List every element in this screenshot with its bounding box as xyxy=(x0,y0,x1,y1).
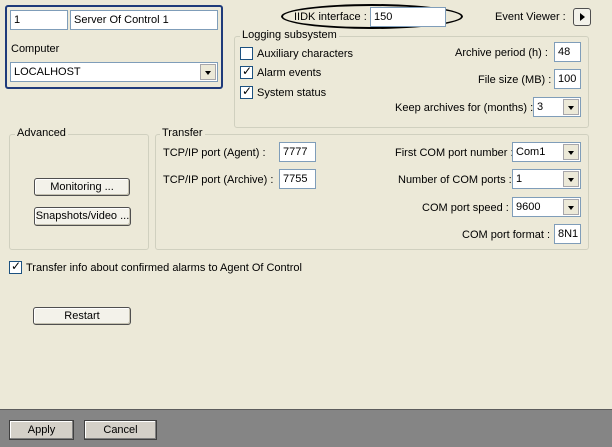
alarm-events-label: Alarm events xyxy=(257,67,322,79)
auxiliary-characters-label: Auxiliary characters xyxy=(257,48,353,60)
com-port-format-label: COM port format : xyxy=(462,229,551,241)
computer-select[interactable]: LOCALHOST xyxy=(10,62,218,82)
transfer-title: Transfer xyxy=(160,127,205,140)
archive-period-label: Archive period (h) : xyxy=(455,47,548,59)
tcp-archive-field[interactable]: 7755 xyxy=(279,169,316,189)
event-viewer-label: Event Viewer : xyxy=(495,11,566,23)
logging-subsystem-title: Logging subsystem xyxy=(240,29,339,42)
number-com-ports-label: Number of COM ports : xyxy=(398,174,512,186)
keep-archives-label: Keep archives for (months) : xyxy=(395,102,534,114)
com-port-speed-select[interactable]: 9600 xyxy=(512,197,581,217)
number-com-ports-value: 1 xyxy=(516,173,523,185)
computer-select-value: LOCALHOST xyxy=(14,66,81,78)
transfer-info-label: Transfer info about confirmed alarms to … xyxy=(26,262,302,274)
keep-archives-select[interactable]: 3 xyxy=(533,97,581,117)
file-size-field[interactable]: 100 xyxy=(554,69,581,89)
com-port-speed-value: 9600 xyxy=(516,201,541,213)
restart-button[interactable]: Restart xyxy=(33,307,131,325)
alarm-events-checkbox[interactable]: ✓ Alarm events xyxy=(240,64,390,80)
chevron-down-icon[interactable] xyxy=(563,171,579,187)
system-status-box[interactable]: ✓ xyxy=(240,84,253,99)
chevron-down-icon[interactable] xyxy=(563,99,579,115)
snapshots-video-button[interactable]: Snapshots/video ... xyxy=(34,207,131,226)
first-com-port-label: First COM port number : xyxy=(395,147,514,159)
footer-bar: Apply Cancel xyxy=(0,409,612,447)
archive-period-field[interactable]: 48 xyxy=(554,42,581,62)
monitoring-button[interactable]: Monitoring ... xyxy=(34,178,130,196)
chevron-down-icon[interactable] xyxy=(563,199,579,215)
settings-panel: 1 Server Of Control 1 Computer LOCALHOST… xyxy=(0,0,612,409)
com-port-format-field[interactable]: 8N1 xyxy=(554,224,581,244)
computer-label: Computer xyxy=(11,43,60,55)
object-name-field[interactable]: Server Of Control 1 xyxy=(70,10,218,30)
tcp-agent-field[interactable]: 7777 xyxy=(279,142,316,162)
iidk-interface-field[interactable]: 150 xyxy=(370,7,446,27)
advanced-title: Advanced xyxy=(15,127,68,140)
apply-button[interactable]: Apply xyxy=(9,420,74,440)
checkmark-icon: ✓ xyxy=(242,64,253,78)
checkmark-icon: ✓ xyxy=(242,84,253,98)
checkmark-icon: ✓ xyxy=(11,259,22,273)
transfer-info-checkbox[interactable]: ✓ Transfer info about confirmed alarms t… xyxy=(9,259,329,275)
transfer-info-box[interactable]: ✓ xyxy=(9,259,22,274)
auxiliary-characters-box[interactable] xyxy=(240,47,253,60)
object-id-field[interactable]: 1 xyxy=(10,10,68,30)
file-size-label: File size (MB) : xyxy=(478,74,552,86)
first-com-port-select[interactable]: Com1 xyxy=(512,142,581,162)
tcp-agent-label: TCP/IP port (Agent) : xyxy=(163,147,266,159)
number-com-ports-select[interactable]: 1 xyxy=(512,169,581,189)
chevron-down-icon[interactable] xyxy=(200,64,216,80)
chevron-down-icon[interactable] xyxy=(563,144,579,160)
auxiliary-characters-checkbox[interactable]: Auxiliary characters xyxy=(240,47,390,61)
cancel-button[interactable]: Cancel xyxy=(84,420,157,440)
system-status-checkbox[interactable]: ✓ System status xyxy=(240,84,390,100)
iidk-interface-label: IIDK interface : xyxy=(294,11,367,23)
system-status-label: System status xyxy=(257,87,327,99)
first-com-port-value: Com1 xyxy=(516,146,546,158)
com-port-speed-label: COM port speed : xyxy=(422,202,509,214)
alarm-events-box[interactable]: ✓ xyxy=(240,64,253,79)
keep-archives-value: 3 xyxy=(537,101,544,113)
tcp-archive-label: TCP/IP port (Archive) : xyxy=(163,174,274,186)
event-viewer-button[interactable] xyxy=(573,8,591,26)
